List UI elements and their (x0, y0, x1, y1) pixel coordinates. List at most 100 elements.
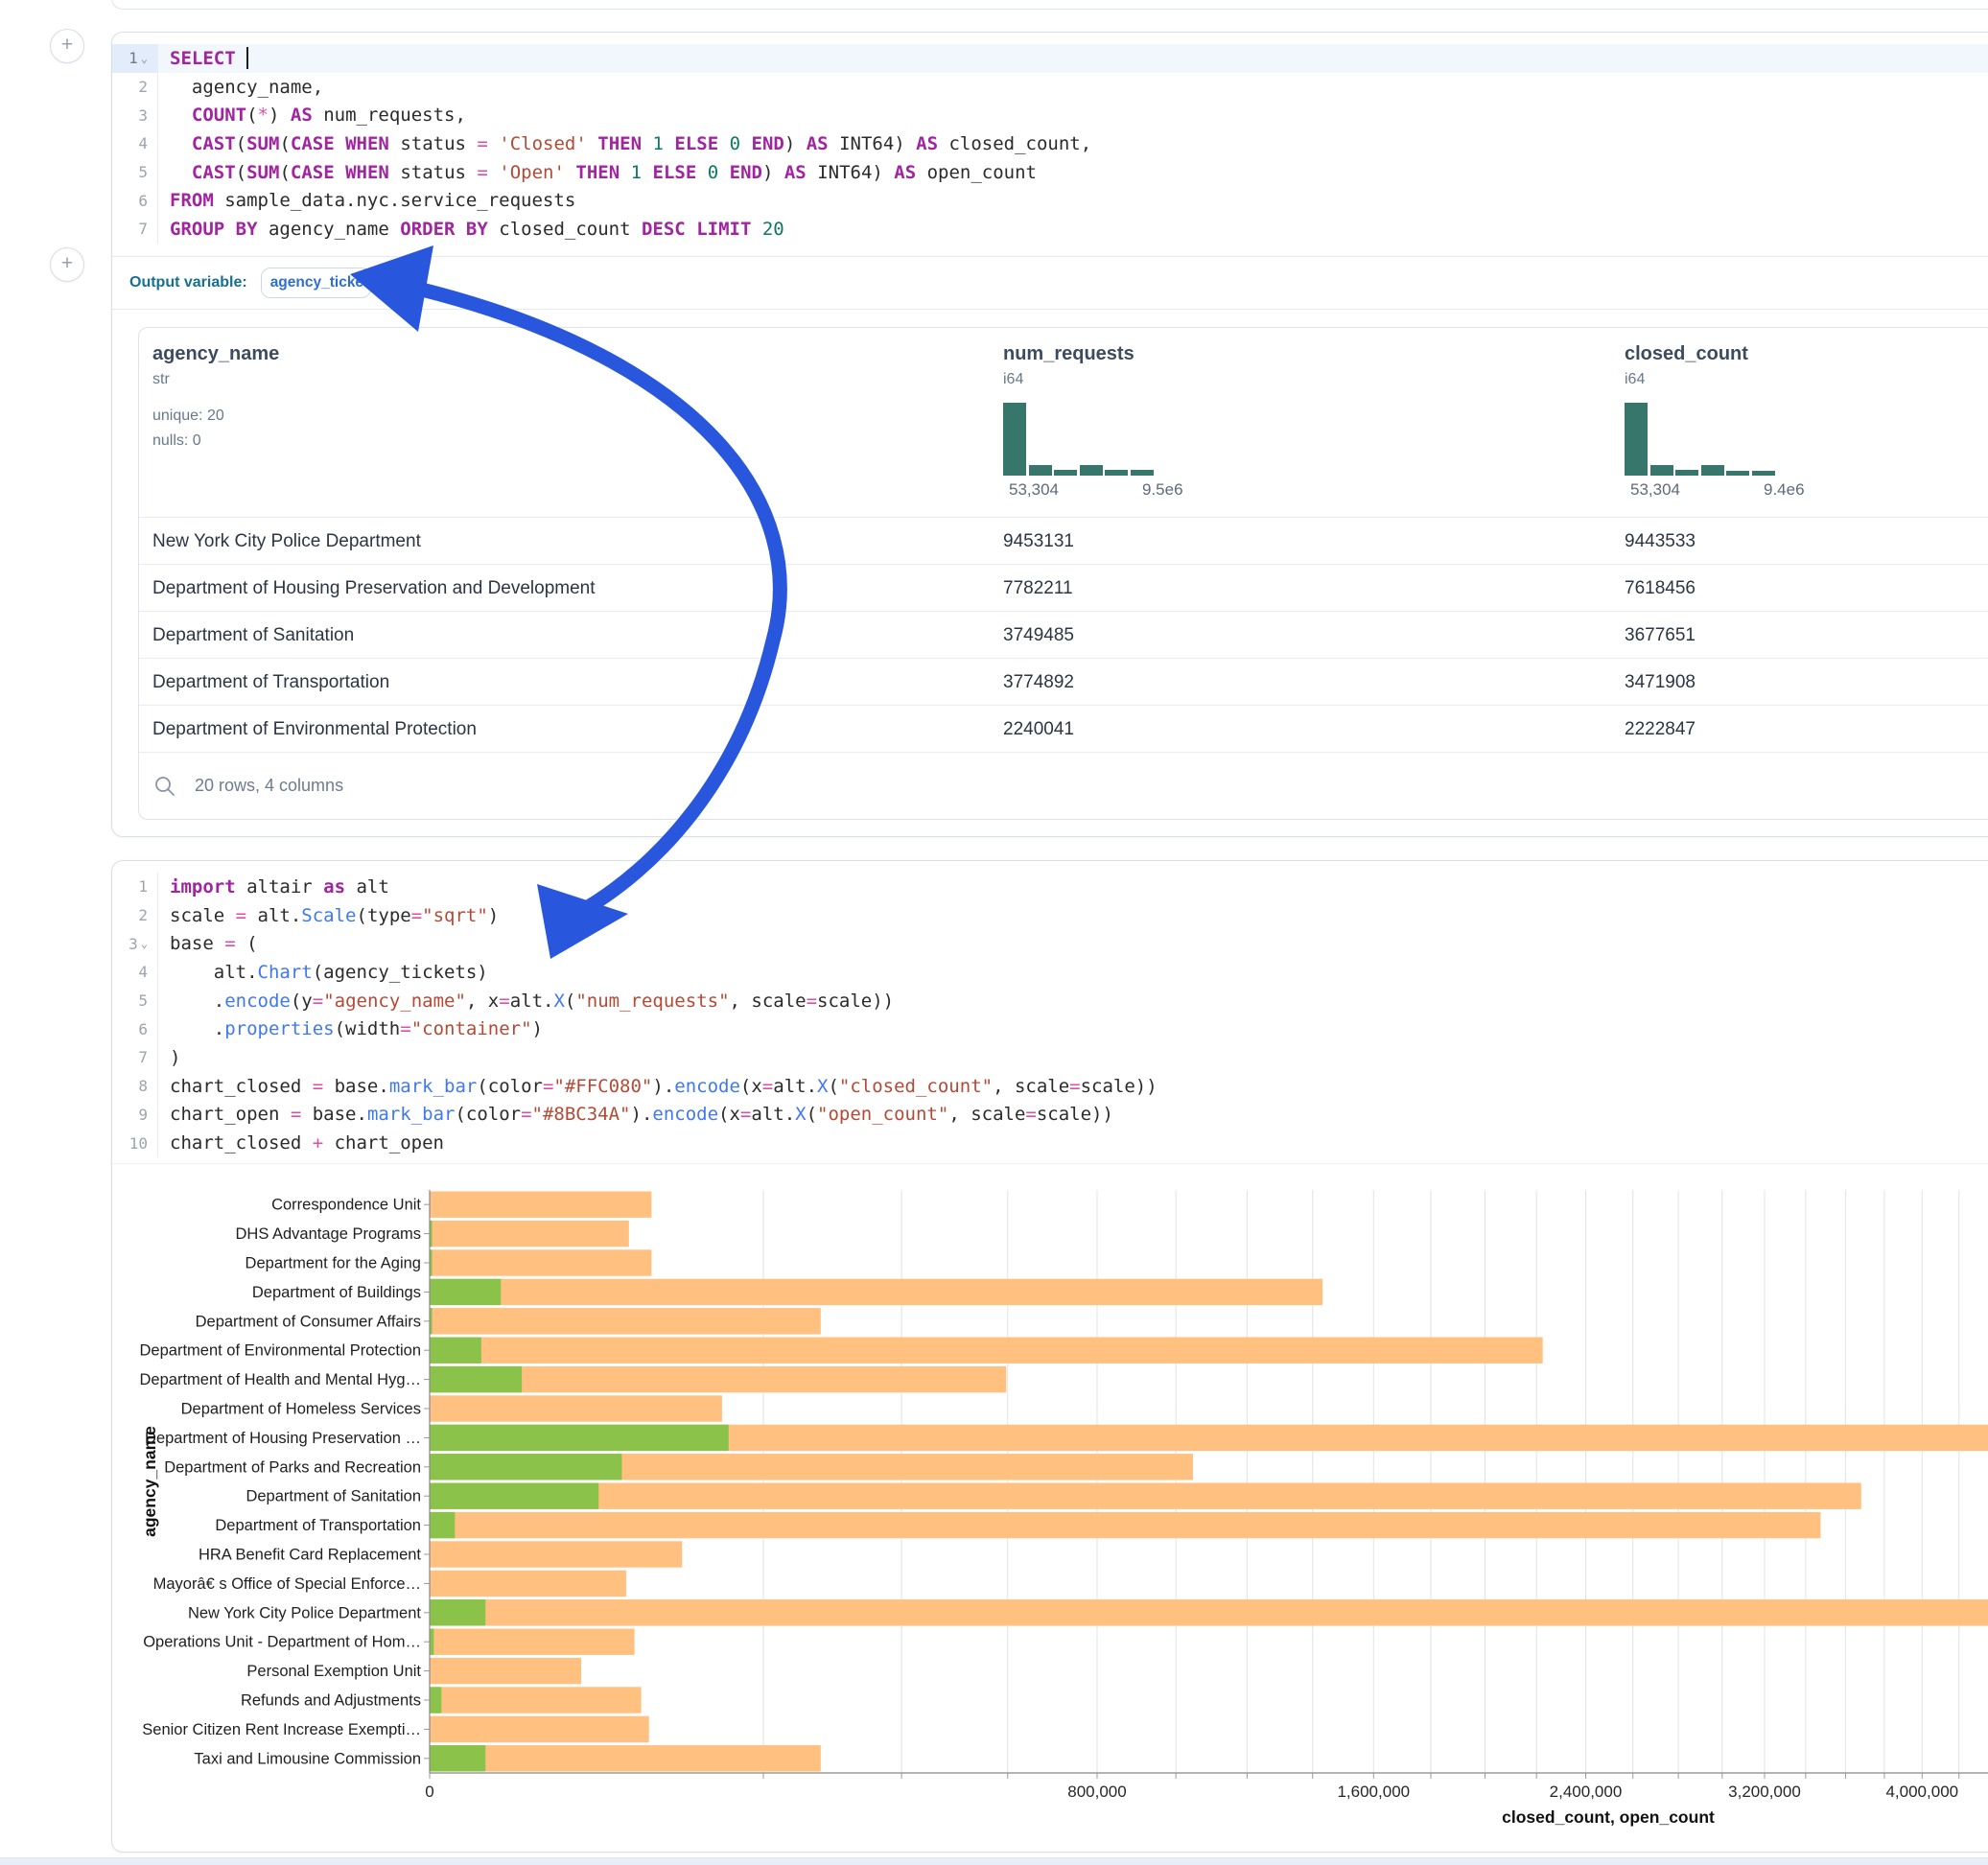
x-axis-tick-label: 4,000,000 (1885, 1783, 1958, 1801)
python-cell: 1import altair as alt2scale = alt.Scale(… (111, 860, 1988, 1853)
line-number: 2 (112, 901, 158, 930)
histogram-bar (1054, 470, 1077, 476)
code-text[interactable]: COUNT(*) AS num_requests, (158, 101, 1988, 129)
table-cell-closed-count: 2222847 (1625, 706, 1988, 753)
y-axis-label: Personal Exemption Unit (246, 1663, 421, 1680)
table-row[interactable]: New York City Police Department945313194… (139, 517, 1988, 565)
sql-cell: 1⌄SELECT 2 agency_name,3 COUNT(*) AS num… (111, 32, 1988, 837)
closed-count-bar (431, 1249, 652, 1275)
histogram-bar (1650, 465, 1673, 476)
y-axis-label: Department of Health and Mental Hyg… (140, 1371, 421, 1388)
line-number: 6 (112, 1014, 158, 1043)
search-icon[interactable] (152, 774, 177, 799)
column-histogram (1003, 403, 1156, 476)
table-row[interactable]: Department of Housing Preservation and D… (139, 564, 1988, 612)
x-axis-tick-label: 0 (425, 1783, 433, 1801)
code-line[interactable]: 1import altair as alt (112, 873, 1988, 901)
open-count-bar (431, 1279, 502, 1305)
code-text[interactable]: .encode(y="agency_name", x=alt.X("num_re… (158, 987, 1988, 1015)
line-number: 5 (112, 987, 158, 1015)
code-text[interactable]: CAST(SUM(CASE WHEN status = 'Open' THEN … (158, 158, 1988, 187)
add-cell-button[interactable]: + (50, 29, 84, 63)
code-text[interactable]: import altair as alt (158, 873, 1988, 901)
code-line[interactable]: 3 COUNT(*) AS num_requests, (112, 101, 1988, 129)
table-footer: 20 rows, 4 columns (139, 752, 1988, 819)
code-text[interactable]: chart_closed = base.mark_bar(color="#FFC… (158, 1072, 1988, 1101)
x-axis-tick-label: 1,600,000 (1337, 1783, 1410, 1801)
code-line[interactable]: 1⌄SELECT (112, 44, 1988, 73)
code-line[interactable]: 7GROUP BY agency_name ORDER BY closed_co… (112, 215, 1988, 244)
y-axis-label: Department of Parks and Recreation (164, 1458, 421, 1476)
y-axis-label: Correspondence Unit (271, 1197, 421, 1214)
output-variable-row: Output variable: agency_tickets (112, 256, 1988, 310)
table-row[interactable]: Department of Sanitation37494853677651 (139, 611, 1988, 659)
code-line[interactable]: 10chart_closed + chart_open (112, 1129, 1988, 1157)
code-text[interactable]: GROUP BY agency_name ORDER BY closed_cou… (158, 215, 1988, 244)
collapse-chevron-icon[interactable]: ⌄ (141, 52, 148, 65)
code-text[interactable]: SELECT (158, 44, 1988, 73)
closed-count-bar (431, 1221, 629, 1247)
line-number: 5 (112, 158, 158, 187)
column-header-agency-name[interactable]: agency_name str unique: 20 nulls: 0 (152, 343, 977, 454)
table-cell-num-requests: 3774892 (1003, 659, 1406, 706)
histogram-bar (1625, 403, 1648, 476)
add-cell-button[interactable]: + (50, 247, 84, 282)
collapse-chevron-icon[interactable]: ⌄ (141, 937, 148, 950)
table-row[interactable]: Department of Environmental Protection22… (139, 705, 1988, 753)
table-cell-num-requests: 9453131 (1003, 518, 1406, 565)
x-axis-tick-label: 2,400,000 (1550, 1783, 1623, 1801)
code-line[interactable]: 5 CAST(SUM(CASE WHEN status = 'Open' THE… (112, 158, 1988, 187)
code-line[interactable]: 5 .encode(y="agency_name", x=alt.X("num_… (112, 987, 1988, 1015)
table-row[interactable]: Department of Transportation377489234719… (139, 658, 1988, 706)
code-line[interactable]: 6 .properties(width="container") (112, 1014, 1988, 1043)
python-code-editor[interactable]: 1import altair as alt2scale = alt.Scale(… (112, 861, 1988, 1164)
code-line[interactable]: 2 agency_name, (112, 73, 1988, 102)
line-number[interactable]: 3⌄ (112, 929, 158, 958)
column-type: str (152, 371, 977, 388)
code-text[interactable]: base = ( (158, 929, 1988, 958)
code-text[interactable]: agency_name, (158, 73, 1988, 102)
code-text[interactable]: scale = alt.Scale(type="sqrt") (158, 901, 1988, 930)
code-text[interactable]: chart_open = base.mark_bar(color="#8BC34… (158, 1101, 1988, 1130)
y-axis-label: Department of Environmental Protection (140, 1342, 421, 1360)
line-number: 4 (112, 958, 158, 987)
line-number: 8 (112, 1072, 158, 1101)
code-line[interactable]: 7) (112, 1043, 1988, 1072)
row-count-label: 20 rows, 4 columns (195, 776, 343, 796)
sql-code-editor[interactable]: 1⌄SELECT 2 agency_name,3 COUNT(*) AS num… (112, 33, 1988, 244)
column-histogram (1625, 403, 1777, 476)
code-text[interactable]: ) (158, 1043, 1988, 1072)
histogram-bar (1029, 465, 1052, 476)
output-variable-pill[interactable]: agency_tickets (261, 268, 371, 298)
y-axis-label: Department of Transportation (215, 1517, 421, 1534)
histogram-min-label: 53,304 (1009, 480, 1059, 500)
closed-count-bar (431, 1745, 821, 1771)
column-header-num-requests[interactable]: num_requests i64 53,304 9.5e6 (1003, 343, 1579, 388)
code-text[interactable]: CAST(SUM(CASE WHEN status = 'Closed' THE… (158, 129, 1988, 158)
code-line[interactable]: 3⌄base = ( (112, 929, 1988, 958)
code-line[interactable]: 9chart_open = base.mark_bar(color="#8BC3… (112, 1101, 1988, 1130)
code-line[interactable]: 6FROM sample_data.nyc.service_requests (112, 186, 1988, 215)
line-number: 6 (112, 186, 158, 215)
closed-count-bar (431, 1338, 1543, 1364)
line-number[interactable]: 1⌄ (112, 44, 158, 73)
line-number: 3 (112, 101, 158, 129)
code-text[interactable]: FROM sample_data.nyc.service_requests (158, 186, 1988, 215)
table-cell-agency-name: New York City Police Department (152, 518, 987, 565)
code-line[interactable]: 8chart_closed = base.mark_bar(color="#FF… (112, 1072, 1988, 1101)
y-axis-label: Department for the Aging (246, 1255, 421, 1272)
code-line[interactable]: 4 CAST(SUM(CASE WHEN status = 'Closed' T… (112, 129, 1988, 158)
open-count-bar (431, 1249, 433, 1275)
code-line[interactable]: 2scale = alt.Scale(type="sqrt") (112, 901, 1988, 930)
table-cell-closed-count: 3677651 (1625, 612, 1988, 659)
code-line[interactable]: 4 alt.Chart(agency_tickets) (112, 958, 1988, 987)
table-cell-num-requests: 3749485 (1003, 612, 1406, 659)
column-name: closed_count (1625, 343, 1988, 365)
code-text[interactable]: chart_closed + chart_open (158, 1129, 1988, 1157)
closed-count-bar (431, 1512, 1821, 1538)
y-axis-label: DHS Advantage Programs (235, 1225, 421, 1243)
column-header-closed-count[interactable]: closed_count i64 53,304 9.4e6 (1625, 343, 1988, 388)
code-text[interactable]: alt.Chart(agency_tickets) (158, 958, 1988, 987)
open-count-bar (431, 1308, 433, 1334)
code-text[interactable]: .properties(width="container") (158, 1014, 1988, 1043)
